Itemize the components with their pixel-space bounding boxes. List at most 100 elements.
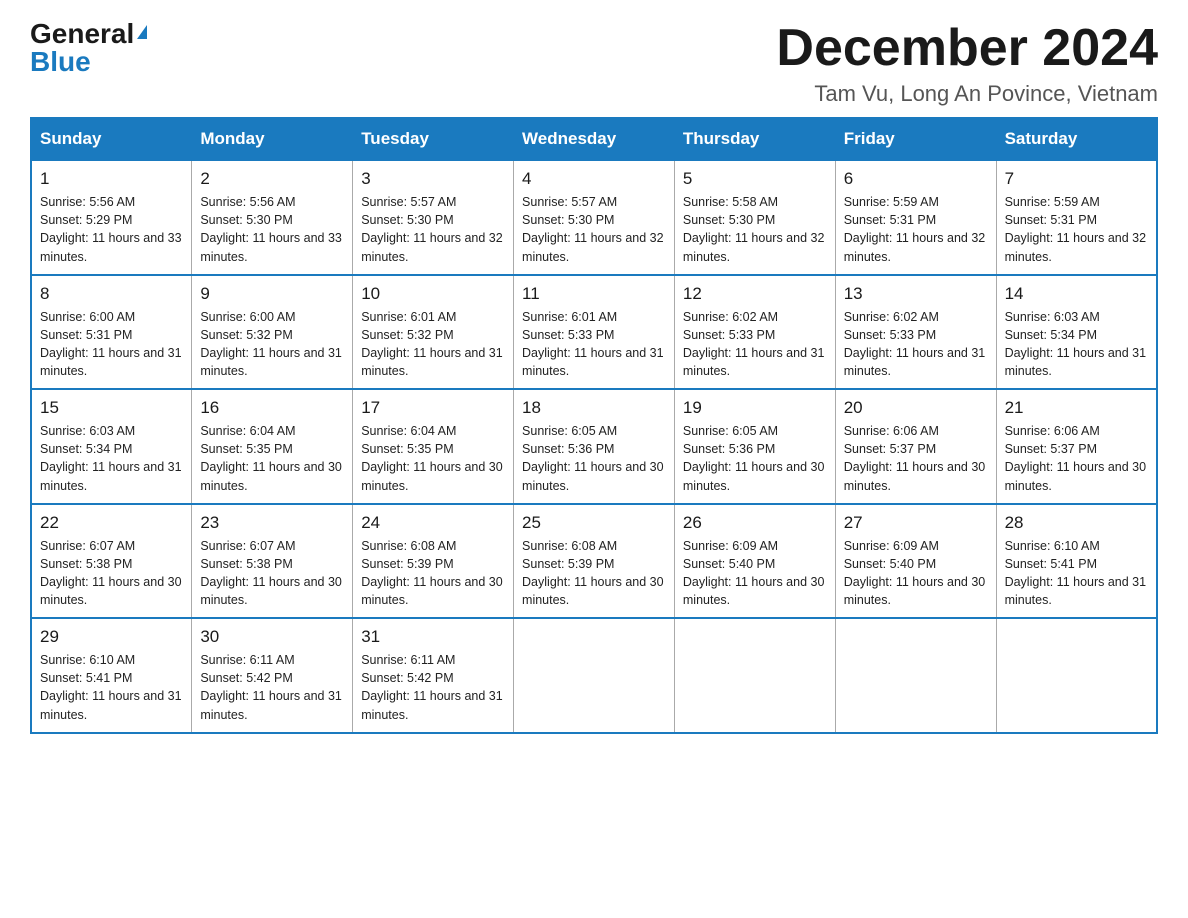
day-info: Sunrise: 6:08 AM Sunset: 5:39 PM Dayligh… [522, 537, 666, 610]
calendar-week-row: 29 Sunrise: 6:10 AM Sunset: 5:41 PM Dayl… [31, 618, 1157, 733]
day-number: 11 [522, 284, 666, 304]
table-row: 16 Sunrise: 6:04 AM Sunset: 5:35 PM Dayl… [192, 389, 353, 504]
logo-general: General [30, 18, 134, 49]
day-info: Sunrise: 5:56 AM Sunset: 5:29 PM Dayligh… [40, 193, 183, 266]
day-info: Sunrise: 6:05 AM Sunset: 5:36 PM Dayligh… [683, 422, 827, 495]
month-title: December 2024 [776, 20, 1158, 77]
logo-blue: Blue [30, 46, 91, 77]
table-row: 6 Sunrise: 5:59 AM Sunset: 5:31 PM Dayli… [835, 160, 996, 275]
day-number: 14 [1005, 284, 1148, 304]
table-row: 15 Sunrise: 6:03 AM Sunset: 5:34 PM Dayl… [31, 389, 192, 504]
table-row: 12 Sunrise: 6:02 AM Sunset: 5:33 PM Dayl… [674, 275, 835, 390]
day-number: 5 [683, 169, 827, 189]
day-info: Sunrise: 5:59 AM Sunset: 5:31 PM Dayligh… [844, 193, 988, 266]
day-info: Sunrise: 6:10 AM Sunset: 5:41 PM Dayligh… [1005, 537, 1148, 610]
table-row: 3 Sunrise: 5:57 AM Sunset: 5:30 PM Dayli… [353, 160, 514, 275]
table-row [514, 618, 675, 733]
logo: General Blue [30, 20, 147, 76]
col-sunday: Sunday [31, 118, 192, 160]
table-row: 10 Sunrise: 6:01 AM Sunset: 5:32 PM Dayl… [353, 275, 514, 390]
day-number: 21 [1005, 398, 1148, 418]
day-number: 22 [40, 513, 183, 533]
day-info: Sunrise: 6:01 AM Sunset: 5:33 PM Dayligh… [522, 308, 666, 381]
day-number: 23 [200, 513, 344, 533]
day-number: 12 [683, 284, 827, 304]
day-number: 25 [522, 513, 666, 533]
day-info: Sunrise: 6:02 AM Sunset: 5:33 PM Dayligh… [683, 308, 827, 381]
day-number: 7 [1005, 169, 1148, 189]
day-info: Sunrise: 5:59 AM Sunset: 5:31 PM Dayligh… [1005, 193, 1148, 266]
day-number: 18 [522, 398, 666, 418]
day-info: Sunrise: 6:04 AM Sunset: 5:35 PM Dayligh… [200, 422, 344, 495]
table-row: 18 Sunrise: 6:05 AM Sunset: 5:36 PM Dayl… [514, 389, 675, 504]
day-info: Sunrise: 6:03 AM Sunset: 5:34 PM Dayligh… [1005, 308, 1148, 381]
day-info: Sunrise: 6:09 AM Sunset: 5:40 PM Dayligh… [844, 537, 988, 610]
day-info: Sunrise: 6:11 AM Sunset: 5:42 PM Dayligh… [361, 651, 505, 724]
calendar-header-row: Sunday Monday Tuesday Wednesday Thursday… [31, 118, 1157, 160]
col-tuesday: Tuesday [353, 118, 514, 160]
calendar-table: Sunday Monday Tuesday Wednesday Thursday… [30, 117, 1158, 734]
col-saturday: Saturday [996, 118, 1157, 160]
table-row: 19 Sunrise: 6:05 AM Sunset: 5:36 PM Dayl… [674, 389, 835, 504]
day-number: 31 [361, 627, 505, 647]
table-row: 9 Sunrise: 6:00 AM Sunset: 5:32 PM Dayli… [192, 275, 353, 390]
day-info: Sunrise: 6:09 AM Sunset: 5:40 PM Dayligh… [683, 537, 827, 610]
day-info: Sunrise: 6:02 AM Sunset: 5:33 PM Dayligh… [844, 308, 988, 381]
table-row [674, 618, 835, 733]
col-monday: Monday [192, 118, 353, 160]
calendar-week-row: 8 Sunrise: 6:00 AM Sunset: 5:31 PM Dayli… [31, 275, 1157, 390]
day-number: 19 [683, 398, 827, 418]
day-number: 8 [40, 284, 183, 304]
table-row: 17 Sunrise: 6:04 AM Sunset: 5:35 PM Dayl… [353, 389, 514, 504]
day-number: 16 [200, 398, 344, 418]
table-row: 2 Sunrise: 5:56 AM Sunset: 5:30 PM Dayli… [192, 160, 353, 275]
table-row: 4 Sunrise: 5:57 AM Sunset: 5:30 PM Dayli… [514, 160, 675, 275]
day-info: Sunrise: 6:08 AM Sunset: 5:39 PM Dayligh… [361, 537, 505, 610]
day-info: Sunrise: 6:01 AM Sunset: 5:32 PM Dayligh… [361, 308, 505, 381]
day-number: 6 [844, 169, 988, 189]
table-row [835, 618, 996, 733]
day-number: 28 [1005, 513, 1148, 533]
table-row: 26 Sunrise: 6:09 AM Sunset: 5:40 PM Dayl… [674, 504, 835, 619]
table-row: 23 Sunrise: 6:07 AM Sunset: 5:38 PM Dayl… [192, 504, 353, 619]
day-number: 1 [40, 169, 183, 189]
day-info: Sunrise: 6:04 AM Sunset: 5:35 PM Dayligh… [361, 422, 505, 495]
table-row: 24 Sunrise: 6:08 AM Sunset: 5:39 PM Dayl… [353, 504, 514, 619]
table-row: 1 Sunrise: 5:56 AM Sunset: 5:29 PM Dayli… [31, 160, 192, 275]
day-info: Sunrise: 5:57 AM Sunset: 5:30 PM Dayligh… [522, 193, 666, 266]
col-thursday: Thursday [674, 118, 835, 160]
day-info: Sunrise: 6:07 AM Sunset: 5:38 PM Dayligh… [200, 537, 344, 610]
calendar-week-row: 1 Sunrise: 5:56 AM Sunset: 5:29 PM Dayli… [31, 160, 1157, 275]
day-info: Sunrise: 5:56 AM Sunset: 5:30 PM Dayligh… [200, 193, 344, 266]
day-info: Sunrise: 6:00 AM Sunset: 5:32 PM Dayligh… [200, 308, 344, 381]
table-row: 29 Sunrise: 6:10 AM Sunset: 5:41 PM Dayl… [31, 618, 192, 733]
table-row: 31 Sunrise: 6:11 AM Sunset: 5:42 PM Dayl… [353, 618, 514, 733]
day-info: Sunrise: 6:06 AM Sunset: 5:37 PM Dayligh… [1005, 422, 1148, 495]
table-row [996, 618, 1157, 733]
col-wednesday: Wednesday [514, 118, 675, 160]
table-row: 11 Sunrise: 6:01 AM Sunset: 5:33 PM Dayl… [514, 275, 675, 390]
day-info: Sunrise: 6:07 AM Sunset: 5:38 PM Dayligh… [40, 537, 183, 610]
day-number: 15 [40, 398, 183, 418]
col-friday: Friday [835, 118, 996, 160]
day-number: 30 [200, 627, 344, 647]
day-info: Sunrise: 6:06 AM Sunset: 5:37 PM Dayligh… [844, 422, 988, 495]
day-number: 26 [683, 513, 827, 533]
day-number: 4 [522, 169, 666, 189]
table-row: 8 Sunrise: 6:00 AM Sunset: 5:31 PM Dayli… [31, 275, 192, 390]
day-number: 27 [844, 513, 988, 533]
table-row: 5 Sunrise: 5:58 AM Sunset: 5:30 PM Dayli… [674, 160, 835, 275]
day-number: 24 [361, 513, 505, 533]
table-row: 7 Sunrise: 5:59 AM Sunset: 5:31 PM Dayli… [996, 160, 1157, 275]
day-info: Sunrise: 5:58 AM Sunset: 5:30 PM Dayligh… [683, 193, 827, 266]
title-area: December 2024 Tam Vu, Long An Povince, V… [776, 20, 1158, 107]
day-number: 13 [844, 284, 988, 304]
day-number: 9 [200, 284, 344, 304]
table-row: 22 Sunrise: 6:07 AM Sunset: 5:38 PM Dayl… [31, 504, 192, 619]
table-row: 21 Sunrise: 6:06 AM Sunset: 5:37 PM Dayl… [996, 389, 1157, 504]
calendar-week-row: 15 Sunrise: 6:03 AM Sunset: 5:34 PM Dayl… [31, 389, 1157, 504]
location-title: Tam Vu, Long An Povince, Vietnam [776, 81, 1158, 107]
day-info: Sunrise: 5:57 AM Sunset: 5:30 PM Dayligh… [361, 193, 505, 266]
day-number: 2 [200, 169, 344, 189]
day-info: Sunrise: 6:03 AM Sunset: 5:34 PM Dayligh… [40, 422, 183, 495]
